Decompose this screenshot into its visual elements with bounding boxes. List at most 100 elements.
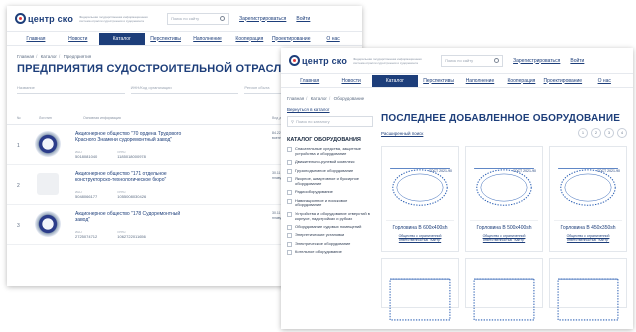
category-item[interactable]: Энергетические установки xyxy=(287,232,373,239)
nav-item-cooperation[interactable]: Кооперация xyxy=(228,36,270,42)
company-placeholder-icon xyxy=(37,173,59,195)
category-label: Оборудование судовых помещений xyxy=(295,223,362,229)
nav-item-catalog[interactable]: Каталог xyxy=(371,74,418,87)
category-item[interactable]: Якорное, швартовное и буксирное оборудов… xyxy=(287,176,373,187)
category-label: Радиооборудование xyxy=(295,189,333,195)
login-link[interactable]: Войти xyxy=(296,16,310,22)
site-tagline: Федеральная государственная информационн… xyxy=(353,56,422,65)
category-item[interactable]: Навигационное и поисковое оборудование xyxy=(287,197,373,209)
search-icon[interactable] xyxy=(494,58,500,63)
catalog-sidebar: Вернуться в каталог ⚲ Поиск по каталогу … xyxy=(287,101,373,308)
catalog-search-placeholder: Поиск по каталогу xyxy=(295,119,330,124)
nav-item-about[interactable]: О нас xyxy=(584,78,625,84)
equipment-card[interactable]: ГОСТ 2021-90 Горловина В 500х400sh Общес… xyxy=(465,146,543,252)
register-link[interactable]: Зарегистрироваться xyxy=(513,58,560,64)
page-button[interactable]: 4 xyxy=(617,128,627,138)
catalog-search-input[interactable]: ⚲ Поиск по каталогу xyxy=(287,116,373,127)
search-placeholder: Поиск по сайту xyxy=(445,58,474,63)
search-icon[interactable] xyxy=(220,16,226,21)
equipment-title[interactable]: Горловина В 500х400sh xyxy=(470,225,538,231)
logo[interactable]: центр ско xyxy=(289,55,347,66)
advanced-search-link[interactable]: Расширенный поиск xyxy=(381,131,423,136)
login-link[interactable]: Войти xyxy=(570,58,584,64)
category-item[interactable]: Электрическое оборудование xyxy=(287,241,373,247)
site-search[interactable]: Поиск по сайту xyxy=(441,54,504,67)
category-label: Котельное оборудование xyxy=(295,249,342,255)
category-label: Движительно-рулевой комплекс xyxy=(295,159,355,165)
equipment-company-link[interactable]: Общество с ограниченной ответственностью… xyxy=(470,234,538,242)
equipment-company-link[interactable]: Общество с ограниченной ответственностью… xyxy=(386,234,454,242)
category-item[interactable]: Движительно-рулевой комплекс xyxy=(287,159,373,166)
company-name[interactable]: Акционерное общество "171 отдельное конс… xyxy=(75,171,185,183)
auth-links: Зарегистрироваться Войти xyxy=(513,58,584,64)
nav-item-news[interactable]: Новости xyxy=(57,36,99,42)
nav-item-news[interactable]: Новости xyxy=(330,78,371,84)
category-checkbox[interactable] xyxy=(287,224,292,230)
category-checkbox[interactable] xyxy=(287,198,292,204)
category-item[interactable]: Грузоподъемное оборудование xyxy=(287,168,373,174)
company-emblem-icon xyxy=(35,131,61,157)
category-checkbox[interactable] xyxy=(287,147,292,152)
logo-text: центр ско xyxy=(302,55,348,66)
category-checkbox[interactable] xyxy=(287,211,292,217)
page-button[interactable]: 2 xyxy=(591,128,601,138)
equipment-company-link[interactable]: Общество с ограниченной ответственностью… xyxy=(554,234,622,242)
site-search[interactable]: Поиск по сайту xyxy=(167,12,230,25)
category-checkbox[interactable] xyxy=(287,168,292,174)
search-icon: ⚲ xyxy=(291,119,294,124)
nav-item-cooperation[interactable]: Кооперация xyxy=(501,78,542,84)
nav-item-about[interactable]: О нас xyxy=(312,36,354,42)
page-button[interactable]: 3 xyxy=(604,128,614,138)
breadcrumb-catalog[interactable]: Каталог xyxy=(41,54,57,59)
category-checkbox[interactable] xyxy=(287,233,292,239)
register-link[interactable]: Зарегистрироваться xyxy=(239,16,286,22)
logo[interactable]: центр ско xyxy=(15,13,73,24)
category-checkbox[interactable] xyxy=(287,177,292,183)
nav-item-content[interactable]: Наполнение xyxy=(459,78,500,84)
equipment-card[interactable]: ГОСТ 2021-90 Горловина В 450х350sh Общес… xyxy=(549,146,627,252)
category-item[interactable]: Оборудование судовых помещений xyxy=(287,223,373,230)
nav-item-prospects[interactable]: Перспективы xyxy=(145,36,187,42)
main-nav: Главная Новости Каталог Перспективы Напо… xyxy=(7,32,362,46)
nav-item-prospects[interactable]: Перспективы xyxy=(418,78,459,84)
ogrn-value: 1185018000978 xyxy=(117,154,146,159)
equipment-card[interactable]: ГОСТ 2021-90 Горловина В 600х400sh Общес… xyxy=(381,146,459,252)
equipment-main: ПОСЛЕДНЕЕ ДОБАВЛЕННОЕ ОБОРУДОВАНИЕ Расши… xyxy=(381,101,627,321)
breadcrumb-home[interactable]: Главная xyxy=(17,54,34,59)
hatch-drawing-icon xyxy=(386,263,454,329)
company-name[interactable]: Акционерное общество "70 ордена Трудовог… xyxy=(75,131,185,143)
equipment-card[interactable] xyxy=(381,258,459,321)
filter-inn[interactable]: ИНН/Код организации xyxy=(130,85,239,94)
logo-text: центр ско xyxy=(28,13,74,24)
company-name[interactable]: Акционерное общество "178 Судоремонтный … xyxy=(75,211,185,223)
equipment-title[interactable]: Горловина В 600х400sh xyxy=(386,225,454,231)
nav-item-design[interactable]: Проектирование xyxy=(270,36,312,42)
nav-item-home[interactable]: Главная xyxy=(15,36,57,42)
equipment-card[interactable] xyxy=(465,258,543,321)
category-checkbox[interactable] xyxy=(287,250,292,256)
category-item[interactable]: Котельное оборудование xyxy=(287,249,373,256)
category-label: Устройства и оборудование отверстий в ко… xyxy=(295,210,370,221)
hatch-drawing-icon xyxy=(554,263,622,329)
equipment-grid: ГОСТ 2021-90 Горловина В 600х400sh Общес… xyxy=(381,146,627,321)
category-item[interactable]: Радиооборудование xyxy=(287,189,373,196)
nav-item-catalog[interactable]: Каталог xyxy=(98,32,145,45)
page-button[interactable]: 1 xyxy=(578,128,588,138)
inn-value: 2725074712 xyxy=(75,234,98,239)
category-checkbox[interactable] xyxy=(287,241,292,247)
category-item[interactable]: Спасательные средства, защитные устройст… xyxy=(287,146,373,157)
col-info: Основная информация xyxy=(83,116,121,120)
nav-item-content[interactable]: Наполнение xyxy=(187,36,229,42)
standard-label: ГОСТ 2021-90 xyxy=(513,169,536,173)
nav-item-home[interactable]: Главная xyxy=(289,78,330,84)
equipment-title[interactable]: Горловина В 450х350sh xyxy=(554,225,622,231)
category-checkbox[interactable] xyxy=(287,160,292,166)
category-label: Навигационное и поисковое оборудование xyxy=(295,197,348,208)
category-item[interactable]: Устройства и оборудование отверстий в ко… xyxy=(287,210,373,222)
screenshot-stage: центр ско Федеральная государственная ин… xyxy=(0,0,636,332)
filter-name[interactable]: Название xyxy=(17,85,125,94)
equipment-card[interactable] xyxy=(549,258,627,321)
back-to-catalog-link[interactable]: Вернуться в каталог xyxy=(287,107,373,112)
nav-item-design[interactable]: Проектирование xyxy=(542,78,583,84)
category-checkbox[interactable] xyxy=(287,190,292,196)
